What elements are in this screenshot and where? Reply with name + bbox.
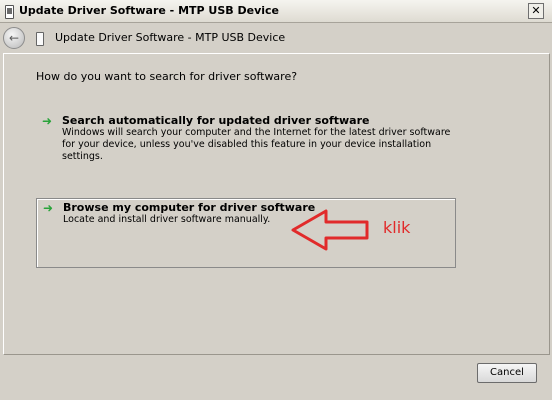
search-automatically-option[interactable]: ➜ Search automatically for updated drive… xyxy=(36,112,454,162)
option-title: Browse my computer for driver software xyxy=(63,201,316,214)
annotation-label: klik xyxy=(383,218,411,237)
question-heading: How do you want to search for driver sof… xyxy=(36,70,298,83)
navigation-bar: ← Update Driver Software - MTP USB Devic… xyxy=(0,23,552,53)
green-arrow-icon: ➜ xyxy=(42,114,53,128)
option-description: Windows will search your computer and th… xyxy=(62,127,451,162)
cancel-button[interactable]: Cancel xyxy=(477,363,537,383)
content-panel: How do you want to search for driver sof… xyxy=(3,53,550,355)
usb-device-icon xyxy=(36,32,44,46)
window-title: Update Driver Software - MTP USB Device xyxy=(19,4,280,17)
red-arrow-annotation xyxy=(291,209,369,251)
back-button[interactable]: ← xyxy=(3,27,25,49)
close-button[interactable]: ✕ xyxy=(528,3,544,19)
footer: Cancel xyxy=(0,354,552,400)
page-title: Update Driver Software - MTP USB Device xyxy=(55,31,286,44)
title-bar: Update Driver Software - MTP USB Device … xyxy=(0,0,552,23)
option-title: Search automatically for updated driver … xyxy=(62,114,370,127)
usb-device-icon xyxy=(5,5,14,19)
green-arrow-icon: ➜ xyxy=(43,201,54,215)
update-driver-window: Update Driver Software - MTP USB Device … xyxy=(0,0,552,400)
